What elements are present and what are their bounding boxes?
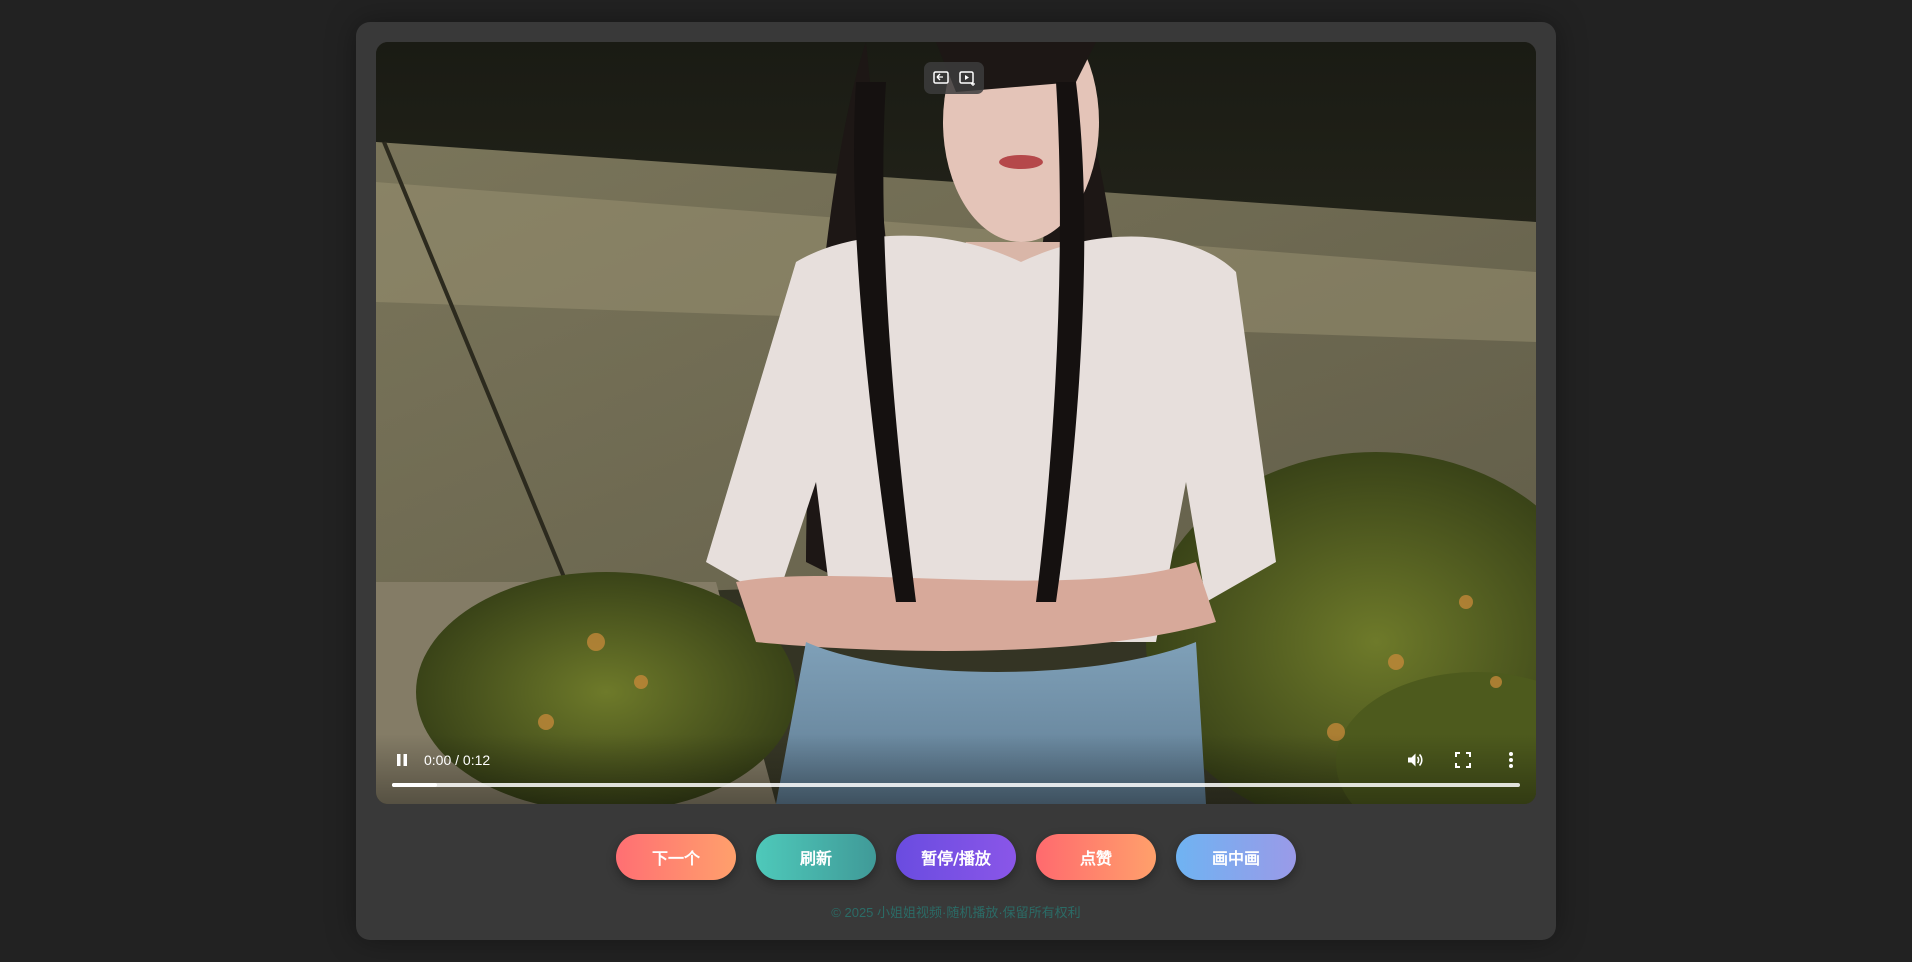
video-frame: [376, 42, 1536, 804]
picture-in-picture-button[interactable]: 画中画: [1176, 834, 1296, 880]
footer-copyright: © 2025 小姐姐视频·随机播放·保留所有权利: [831, 905, 1081, 920]
pause-icon[interactable]: [392, 750, 412, 770]
video-time-display: 0:00 / 0:12: [424, 752, 491, 768]
more-options-icon[interactable]: [1500, 749, 1522, 771]
video-progress-bar[interactable]: [392, 783, 1520, 787]
pause-play-button[interactable]: 暂停/播放: [896, 834, 1016, 880]
action-button-row: 下一个 刷新 暂停/播放 点赞 画中画: [356, 834, 1556, 880]
player-card: 0:00 / 0:12 下一个 刷新 暂停/播放 点赞 画中画 © 2025 小…: [356, 22, 1556, 940]
video-controls-row: 0:00 / 0:12: [392, 748, 1522, 772]
video-player[interactable]: 0:00 / 0:12: [376, 42, 1536, 804]
volume-icon[interactable]: [1404, 749, 1426, 771]
fullscreen-icon[interactable]: [1452, 749, 1474, 771]
video-overlay-toolbar: [924, 62, 984, 94]
refresh-button[interactable]: 刷新: [756, 834, 876, 880]
next-button[interactable]: 下一个: [616, 834, 736, 880]
screen-cast-icon[interactable]: [931, 68, 951, 88]
video-controls-bar: 0:00 / 0:12: [376, 734, 1536, 804]
like-button[interactable]: 点赞: [1036, 834, 1156, 880]
video-progress-fill: [392, 783, 438, 787]
picture-in-picture-sparkle-icon[interactable]: [957, 68, 977, 88]
